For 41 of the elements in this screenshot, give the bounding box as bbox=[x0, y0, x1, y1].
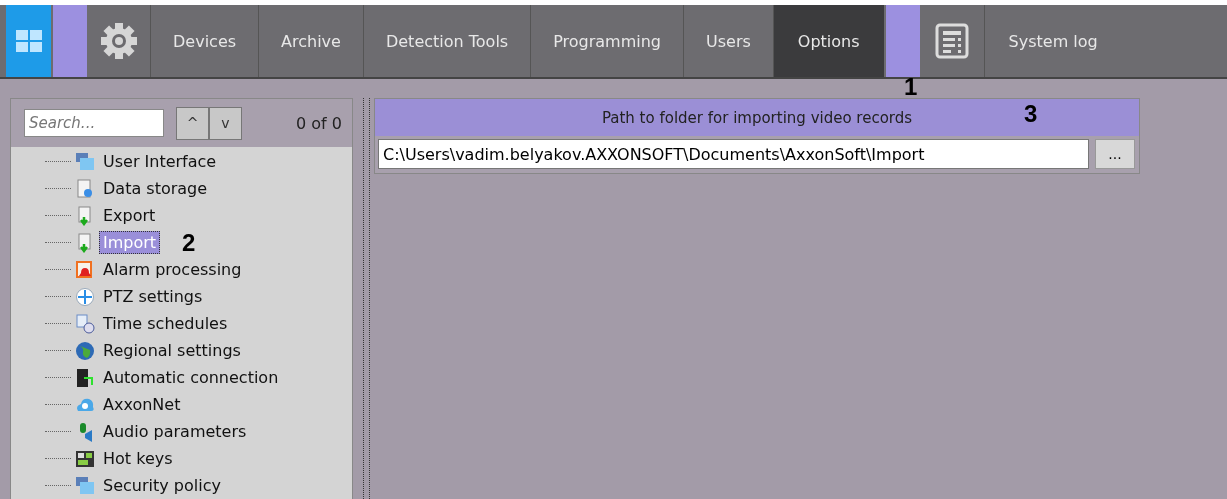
keyboard-keys-icon bbox=[75, 448, 95, 469]
browse-button[interactable]: ... bbox=[1095, 139, 1135, 169]
grid-icon bbox=[15, 30, 42, 52]
nav-tab[interactable]: Options bbox=[773, 5, 884, 77]
tree-item[interactable]: PTZ settings bbox=[99, 285, 207, 308]
tree-item[interactable]: Data storage bbox=[99, 177, 212, 200]
nav-tab[interactable]: Devices bbox=[151, 5, 260, 77]
windows-icon bbox=[75, 475, 95, 496]
nav-tab[interactable]: Users bbox=[684, 5, 774, 77]
previous-button[interactable]: ^ bbox=[176, 106, 209, 140]
match-count: 0 of 0 bbox=[296, 113, 342, 133]
tree-item[interactable]: Audio parameters bbox=[99, 420, 251, 443]
nav-tab[interactable]: Programming bbox=[531, 5, 684, 77]
log-document-icon[interactable] bbox=[934, 23, 969, 59]
accent-tile bbox=[53, 5, 87, 77]
tree-item[interactable]: Alarm processing bbox=[99, 258, 246, 281]
tree-item[interactable]: User Interface bbox=[99, 150, 221, 173]
tree-item[interactable]: AxxonNet bbox=[99, 393, 185, 416]
tree-item[interactable]: Time schedules bbox=[99, 312, 232, 335]
accent-tile bbox=[885, 5, 920, 77]
system-log-tab[interactable]: System log bbox=[984, 5, 1122, 77]
search-field[interactable]: Search... bbox=[24, 109, 164, 137]
tree-item[interactable]: Export bbox=[99, 204, 160, 227]
annotation-number: 1 bbox=[904, 73, 918, 101]
tree-item[interactable]: Security policy bbox=[99, 474, 225, 497]
next-button[interactable]: v bbox=[209, 106, 242, 140]
settings-icon[interactable] bbox=[99, 22, 138, 60]
path-field[interactable]: C:\Users\vadim.belyakov.AXXONSOFT\Documents\AxxonSoft\Import bbox=[378, 139, 1089, 169]
move-arrows-icon bbox=[75, 286, 95, 307]
globe-icon bbox=[75, 340, 95, 361]
nav-tab[interactable]: Detection Tools bbox=[363, 5, 532, 77]
windows-icon bbox=[75, 151, 95, 172]
section-title: Path to folder for importing video records bbox=[601, 108, 913, 127]
splitter-handle[interactable] bbox=[363, 98, 370, 499]
tree-item[interactable]: Regional settings bbox=[99, 339, 245, 362]
annotation-number: 3 bbox=[1024, 100, 1038, 128]
menu-tile[interactable] bbox=[6, 5, 51, 77]
nav-tab[interactable]: Archive bbox=[259, 5, 364, 77]
annotation-number: 2 bbox=[182, 228, 196, 257]
tree-item[interactable]: Hot keys bbox=[99, 447, 177, 470]
tree-item[interactable]: Automatic connection bbox=[99, 366, 283, 389]
